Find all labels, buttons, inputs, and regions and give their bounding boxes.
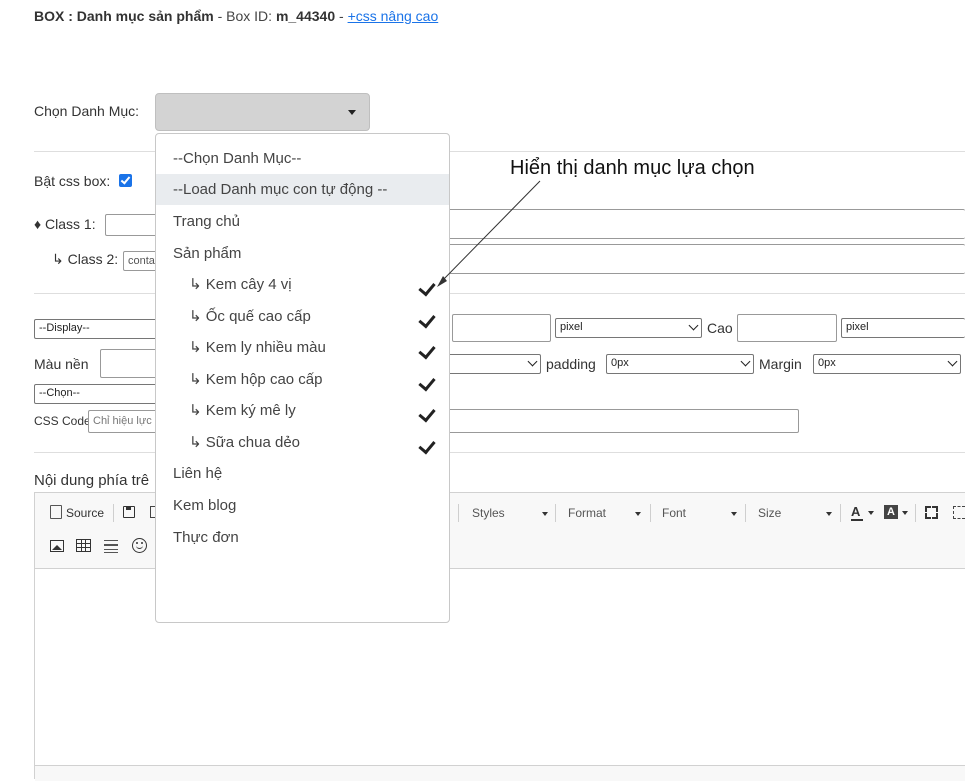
annotation-arrow-line xyxy=(439,180,541,284)
annotation-arrow xyxy=(437,180,541,287)
